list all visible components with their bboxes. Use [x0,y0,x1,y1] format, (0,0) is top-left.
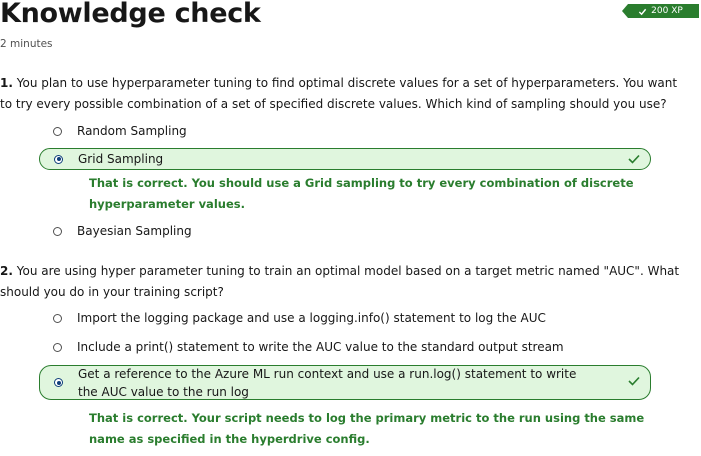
radio-button[interactable] [53,226,62,236]
question-number: 2. [0,264,13,278]
answer-option[interactable]: Import the logging package and use a log… [51,307,651,329]
radio-button-selected[interactable] [54,154,63,164]
answer-option[interactable]: Random Sampling [51,120,651,142]
question-text: You are using hyper parameter tuning to … [0,264,680,299]
radio-button[interactable] [53,126,62,136]
answer-option-label: Get a reference to the Azure ML run cont… [78,366,577,399]
answer-option-label: Random Sampling [77,124,187,138]
answer-option-label: Grid Sampling [78,152,164,166]
answer-option-label: Include a print() statement to write the… [77,340,564,354]
checkmark-icon [639,8,647,15]
page-title: Knowledge check [0,0,261,29]
duration-label: 2 minutes [0,38,53,50]
xp-badge-label: 200 XP [651,6,683,16]
checkmark-icon [628,376,640,386]
checkmark-icon [628,154,640,164]
radio-button[interactable] [53,342,62,352]
question-text: You plan to use hyperparameter tuning to… [0,76,678,111]
radio-button[interactable] [53,313,62,323]
feedback-correct: That is correct. You should use a Grid s… [89,176,634,211]
question-1: 1. You plan to use hyperparameter tuning… [0,73,690,115]
answer-option-label: Import the logging package and use a log… [77,311,546,325]
feedback-correct: That is correct. Your script needs to lo… [89,411,645,446]
xp-badge: 200 XP [622,4,699,18]
question-2: 2. You are using hyper parameter tuning … [0,261,690,303]
answer-option-selected[interactable]: Get a reference to the Azure ML run cont… [39,365,651,400]
answer-option-selected[interactable]: Grid Sampling [39,148,651,170]
radio-button-selected[interactable] [54,378,63,387]
answer-option-label: Bayesian Sampling [77,224,192,238]
answer-option[interactable]: Bayesian Sampling [51,220,651,242]
question-number: 1. [0,76,13,90]
answer-option[interactable]: Include a print() statement to write the… [51,336,651,358]
